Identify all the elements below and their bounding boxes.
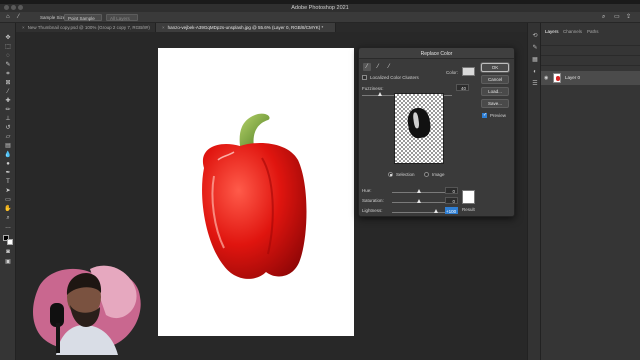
tools-panel: ✥ ⬚ ◌ ✎ ⌗ ⊠ ⁄ ✚ ✏ ⊥ ↺ ▱ ▤ 💧 ● ✒ T ➤ ▭ ✋ … xyxy=(0,23,16,360)
pen-tool-icon[interactable]: ✒ xyxy=(4,170,12,177)
clone-stamp-icon[interactable]: ⊥ xyxy=(4,116,12,123)
tab-channels[interactable]: Channels xyxy=(563,28,582,36)
hue-input[interactable]: 0 xyxy=(445,187,458,194)
presenter-video xyxy=(33,265,141,355)
eyedropper-icon[interactable]: ⁄ xyxy=(4,89,12,96)
layer-name: Layer 0 xyxy=(565,75,581,80)
eyedropper-sample-icon[interactable]: ⁄ xyxy=(363,63,371,71)
save-button[interactable]: Save... xyxy=(481,99,509,108)
eyedropper-tool-icon[interactable]: ⁄ xyxy=(18,14,19,21)
lightness-label: Lightness: xyxy=(362,208,383,213)
fuzziness-slider-thumb[interactable] xyxy=(378,92,382,96)
home-icon[interactable]: ⌂ xyxy=(6,14,10,21)
lightness-slider-thumb[interactable] xyxy=(434,209,438,213)
dialog-titlebar[interactable]: Replace Color xyxy=(359,48,514,59)
options-bar: ⌂ ⁄ Sample Size: Point Sample All Layers… xyxy=(0,12,640,23)
brushes-icon[interactable]: ✎ xyxy=(531,45,539,52)
lightness-input[interactable]: +100 xyxy=(445,207,458,214)
visibility-eye-icon[interactable]: ◉ xyxy=(544,75,548,81)
workspace-icon[interactable]: ▭ xyxy=(614,14,620,21)
move-tool-icon[interactable]: ✥ xyxy=(4,35,12,42)
path-select-icon[interactable]: ➤ xyxy=(4,188,12,195)
type-tool-icon[interactable]: T xyxy=(4,179,12,186)
frame-tool-icon[interactable]: ⊠ xyxy=(4,80,12,87)
marquee-tool-icon[interactable]: ⬚ xyxy=(4,44,12,51)
sample-layers-select[interactable]: All Layers xyxy=(106,14,138,21)
view-image-label: Image xyxy=(432,172,445,177)
quick-select-tool-icon[interactable]: ✎ xyxy=(4,62,12,69)
tab-thumbnail-psd[interactable]: × New Thumbnail copy.psd @ 100% (Group 2 … xyxy=(16,23,156,32)
collapsed-panels-strip: ⟲ ✎ ▦ ◐ ☰ xyxy=(527,23,541,360)
crop-tool-icon[interactable]: ⌗ xyxy=(4,71,12,78)
blur-tool-icon[interactable]: 💧 xyxy=(4,152,12,159)
saturation-label: Saturation: xyxy=(362,198,384,203)
history-brush-icon[interactable]: ↺ xyxy=(4,125,12,132)
more-tools-icon[interactable]: … xyxy=(4,224,12,231)
tab-pepper-jpg[interactable]: × hanzo-vejbek-A39GqMDp2s-unsplash.jpg @ … xyxy=(156,23,336,32)
view-selection-label: Selection xyxy=(396,172,415,177)
zoom-tool-icon[interactable]: ⌕ xyxy=(4,215,12,222)
history-icon[interactable]: ⟲ xyxy=(531,33,539,40)
load-button[interactable]: Load... xyxy=(481,87,509,96)
close-tab-icon[interactable]: × xyxy=(22,25,25,30)
properties-icon[interactable]: ☰ xyxy=(531,81,539,88)
eraser-tool-icon[interactable]: ▱ xyxy=(4,134,12,141)
hue-slider-thumb[interactable] xyxy=(417,189,421,193)
lock-row[interactable] xyxy=(541,58,640,66)
fuzziness-input[interactable]: 40 xyxy=(456,84,469,91)
window-titlebar: Adobe Photoshop 2021 xyxy=(0,4,640,12)
eyedropper-subtract-icon[interactable]: ⁄ xyxy=(385,63,393,71)
layer-row[interactable]: ◉ Layer 0 xyxy=(541,71,640,85)
dialog-title: Replace Color xyxy=(420,51,453,57)
tab-layers[interactable]: Layers xyxy=(545,28,559,36)
blend-mode-row[interactable] xyxy=(541,48,640,56)
document-canvas[interactable] xyxy=(158,48,354,336)
layer-thumbnail xyxy=(553,73,561,83)
localized-clusters-checkbox[interactable] xyxy=(362,75,367,80)
preview-checkbox[interactable] xyxy=(482,112,487,118)
dodge-tool-icon[interactable]: ● xyxy=(4,161,12,168)
document-tabs: × New Thumbnail copy.psd @ 100% (Group 2 … xyxy=(16,23,527,32)
healing-brush-icon[interactable]: ✚ xyxy=(4,98,12,105)
ok-button[interactable]: OK xyxy=(481,63,509,72)
sample-size-select[interactable]: Point Sample xyxy=(64,14,102,21)
pepper-mask-preview xyxy=(406,106,432,140)
selection-preview xyxy=(394,93,444,164)
tab-paths[interactable]: Paths xyxy=(587,28,599,36)
swatches-icon[interactable]: ▦ xyxy=(531,57,539,64)
localized-clusters-label: Localized Color Clusters xyxy=(370,75,419,80)
selection-color-swatch[interactable] xyxy=(462,67,475,76)
background-color-swatch[interactable] xyxy=(7,239,13,245)
saturation-input[interactable]: 0 xyxy=(445,197,458,204)
saturation-slider-thumb[interactable] xyxy=(417,199,421,203)
color-label: Color: xyxy=(446,70,459,75)
hand-tool-icon[interactable]: ✋ xyxy=(4,206,12,213)
cancel-button[interactable]: Cancel xyxy=(481,75,509,84)
lasso-tool-icon[interactable]: ◌ xyxy=(4,53,12,60)
preview-label: Preview xyxy=(490,113,507,118)
hue-label: Hue: xyxy=(362,188,372,193)
layer-filter-row[interactable] xyxy=(541,38,640,46)
app-title: Adobe Photoshop 2021 xyxy=(291,5,349,11)
shape-tool-icon[interactable]: ▭ xyxy=(4,197,12,204)
result-color-swatch[interactable] xyxy=(462,190,475,204)
close-tab-icon[interactable]: × xyxy=(162,25,165,30)
search-icon[interactable]: ⌕ xyxy=(602,14,605,21)
adjustments-icon[interactable]: ◐ xyxy=(531,69,539,76)
webcam-overlay xyxy=(26,255,144,355)
gradient-tool-icon[interactable]: ▤ xyxy=(4,143,12,150)
red-bell-pepper-image xyxy=(202,113,307,279)
sample-size-label: Sample Size: xyxy=(40,15,67,20)
brush-tool-icon[interactable]: ✏ xyxy=(4,107,12,114)
view-selection-radio[interactable] xyxy=(388,172,393,177)
layers-panel: Layers Channels Paths ◉ Layer 0 xyxy=(541,23,640,360)
eyedropper-add-icon[interactable]: ⁄ xyxy=(374,63,382,71)
view-image-radio[interactable] xyxy=(424,172,429,177)
screen-mode-icon[interactable]: ▣ xyxy=(4,259,12,266)
result-label: Result xyxy=(462,207,475,212)
share-icon[interactable]: ⇪ xyxy=(626,14,631,21)
quick-mask-icon[interactable]: ◙ xyxy=(4,249,12,256)
fuzziness-label: Fuzziness: xyxy=(362,86,384,91)
